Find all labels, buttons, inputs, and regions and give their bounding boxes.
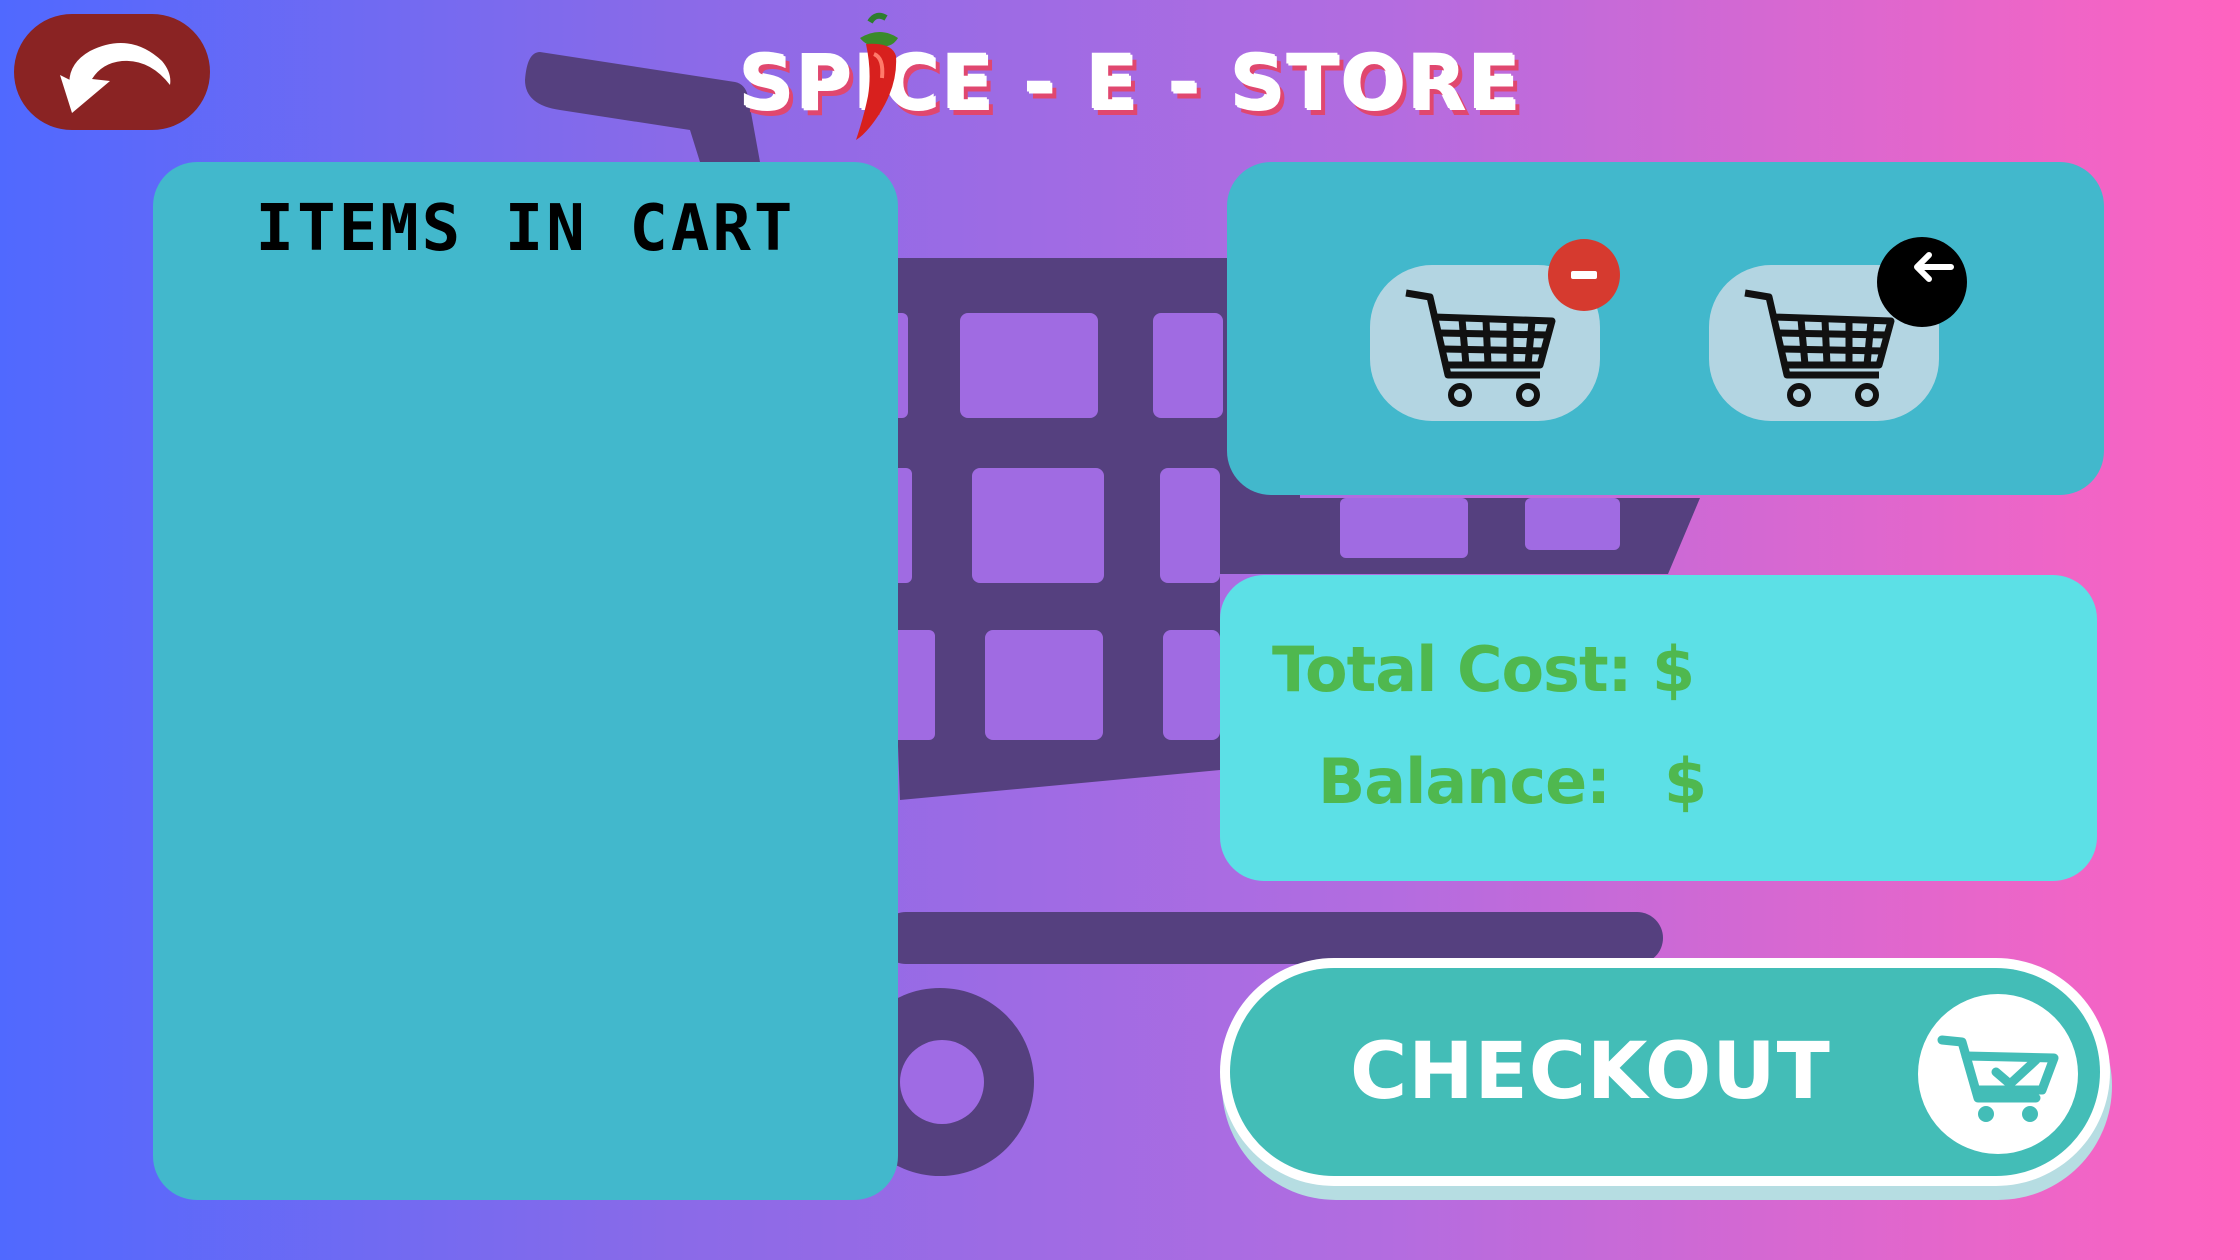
cart-actions-panel (1227, 162, 2104, 495)
total-cost-label: Total Cost: $ (1272, 633, 1695, 706)
cart-minus-icon (1548, 239, 1620, 311)
return-to-store-button[interactable] (1709, 237, 1967, 421)
shopping-cart-icon (1744, 289, 1895, 407)
back-arrow-icon (60, 43, 171, 113)
checkout-button[interactable]: CHECKOUT (1220, 958, 2110, 1186)
shopping-cart-icon (1405, 289, 1556, 407)
balance-currency: $ (1664, 745, 1707, 818)
items-in-cart-heading: ITEMS IN CART (255, 192, 796, 266)
back-arrow-badge-icon (1877, 237, 1967, 327)
cart-check-icon (1918, 994, 2078, 1154)
cart-items-list (193, 302, 858, 1160)
checkout-button-body[interactable]: CHECKOUT (1230, 968, 2100, 1176)
balance-label: Balance: (1318, 745, 1611, 818)
chili-pepper-icon (856, 12, 898, 140)
totals-panel: Total Cost: $ Balance: $ (1220, 575, 2097, 881)
checkout-label: CHECKOUT (1350, 1027, 1831, 1117)
back-button[interactable] (14, 14, 210, 130)
items-in-cart-panel: ITEMS IN CART (153, 162, 898, 1200)
remove-from-cart-button[interactable] (1370, 239, 1620, 421)
